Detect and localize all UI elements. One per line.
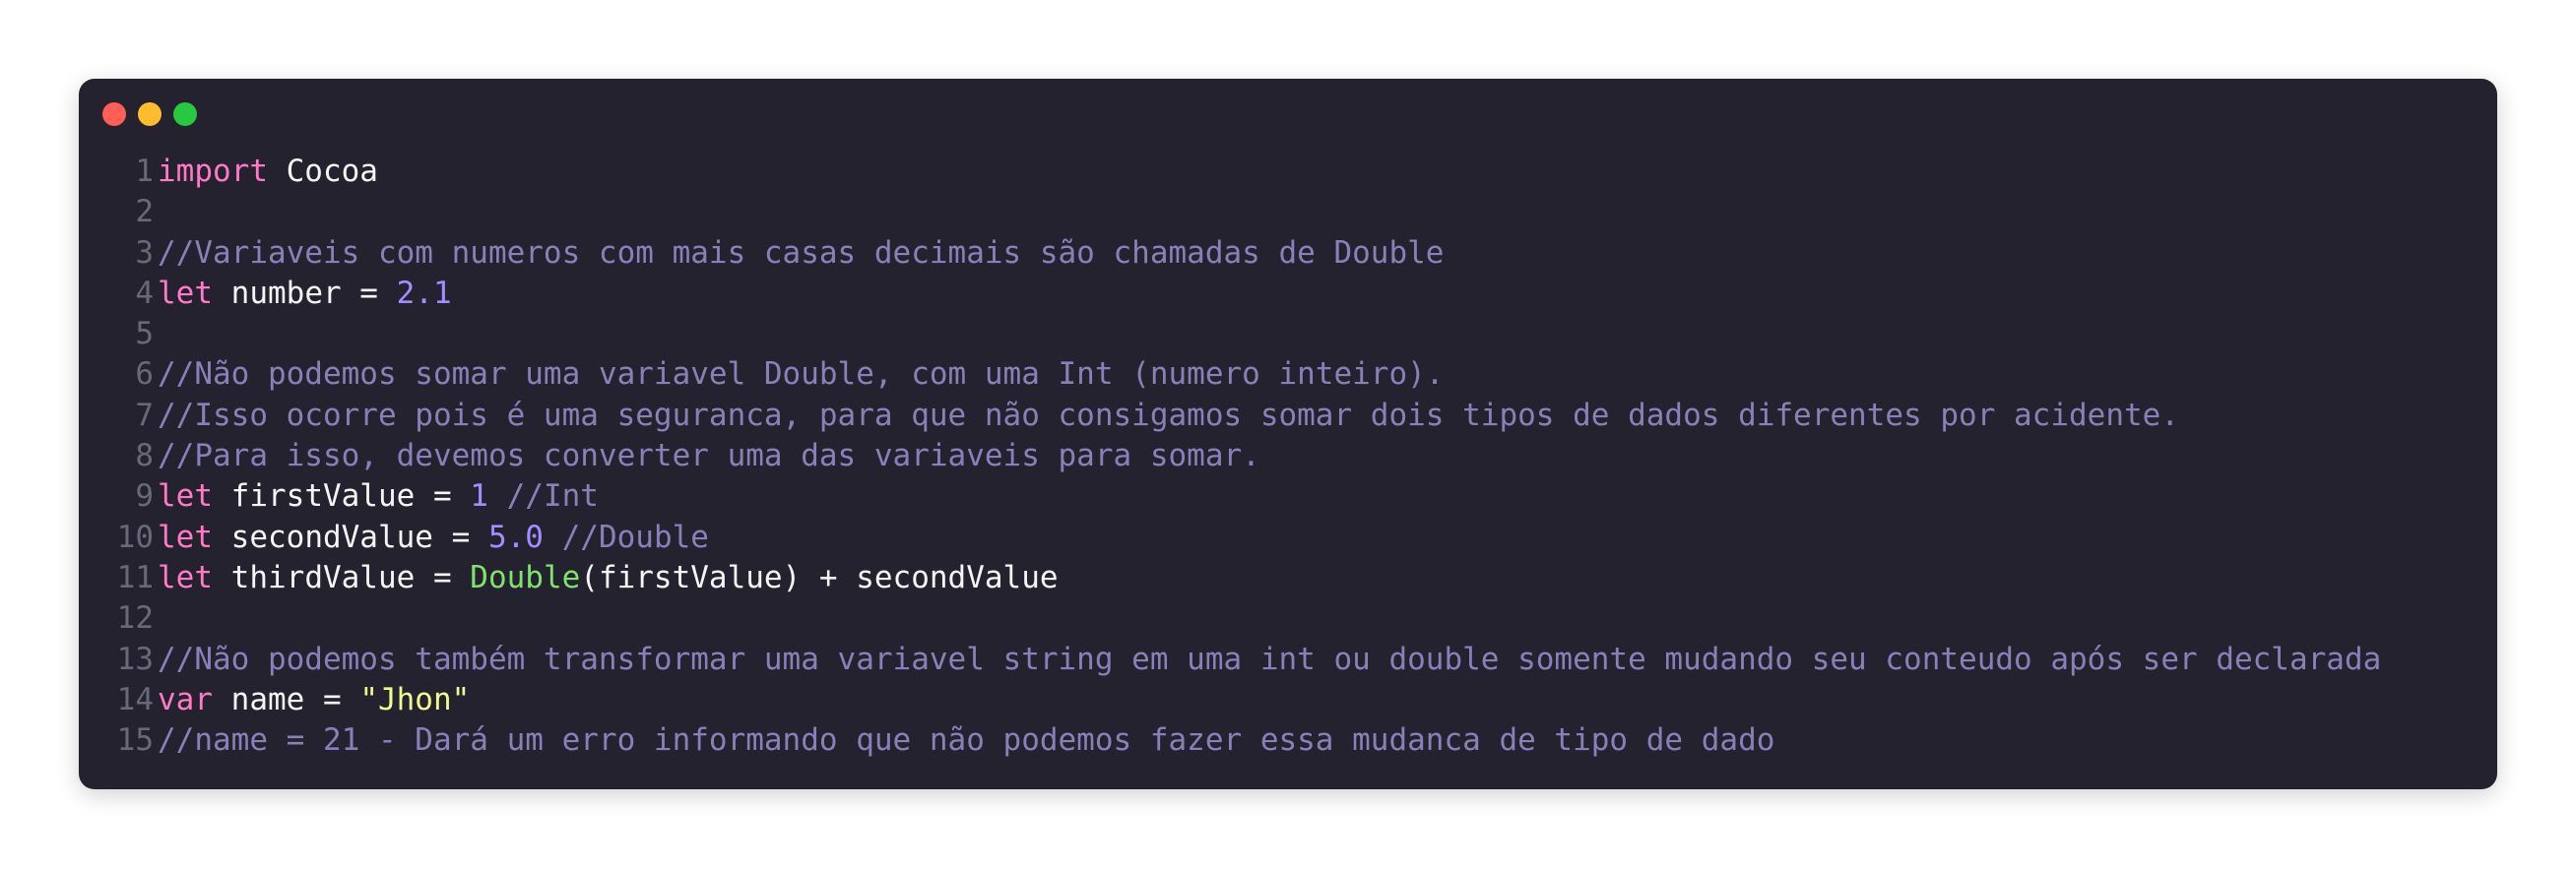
code-token: (firstValue) + secondValue	[580, 559, 1059, 595]
code-token: let	[158, 519, 213, 555]
code-line: 14 var name = "Jhon"	[102, 680, 2497, 720]
code-line: 12	[102, 598, 2497, 639]
code-token: let	[158, 559, 213, 595]
line-content: //Isso ocorre pois é uma seguranca, para…	[158, 396, 2179, 436]
line-content: //name = 21 - Dará um erro informando qu…	[158, 720, 1774, 761]
line-content: import Cocoa	[158, 152, 378, 192]
code-line: 15//name = 21 - Dará um erro informando …	[102, 720, 2497, 761]
line-content: let secondValue = 5.0 //Double	[158, 518, 709, 558]
line-content: let firstValue = 1 //Int	[158, 476, 599, 517]
code-token: Cocoa	[267, 154, 378, 189]
code-token: //Variaveis com numeros com mais casas d…	[158, 234, 1445, 271]
code-line: 13//Não podemos também transformar uma v…	[102, 640, 2497, 680]
code-line: 5	[102, 314, 2497, 354]
line-number: 12	[116, 600, 154, 637]
line-content: //Não podemos também transformar uma var…	[158, 640, 2381, 680]
line-number: 7	[135, 397, 154, 433]
line-number: 11	[116, 559, 154, 595]
code-line: 6//Não podemos somar uma variavel Double…	[102, 354, 2497, 395]
code-token: "Jhon"	[359, 681, 471, 717]
code-line: 8//Para isso, devemos converter uma das …	[102, 436, 2497, 476]
line-content: //Variaveis com numeros com mais casas d…	[158, 233, 1444, 274]
code-line: 9 let firstValue = 1 //Int	[102, 476, 2497, 517]
line-content: var name = "Jhon"	[158, 680, 470, 720]
line-number: 6	[135, 356, 154, 393]
line-number: 8	[135, 438, 154, 474]
code-token: firstValue =	[213, 478, 471, 515]
code-token: //Não podemos também transformar uma var…	[158, 641, 2382, 677]
maximize-dot-icon[interactable]	[173, 102, 197, 126]
code-window: 1 import Cocoa 2 3//Variaveis com numeros c…	[79, 79, 2497, 789]
code-line: 2	[102, 192, 2497, 232]
line-content: let number = 2.1	[158, 274, 452, 314]
code-token: 2.1	[396, 275, 452, 311]
code-line: 10 let secondValue = 5.0 //Double	[102, 518, 2497, 558]
line-number: 10	[116, 519, 154, 555]
line-content: //Para isso, devemos converter uma das v…	[158, 436, 1260, 476]
line-number: 14	[116, 681, 154, 717]
code-token: //Não podemos somar uma variavel Double,…	[158, 356, 1445, 393]
code-token: let	[158, 275, 213, 311]
minimize-dot-icon[interactable]	[138, 102, 161, 126]
code-token: import	[158, 154, 268, 189]
line-number: 5	[135, 316, 154, 352]
code-line: 7//Isso ocorre pois é uma seguranca, par…	[102, 396, 2497, 436]
code-token: //Double	[543, 519, 709, 555]
code-token: Double	[470, 559, 581, 595]
code-token: secondValue =	[213, 519, 488, 555]
code-line: 1 import Cocoa	[102, 152, 2497, 192]
line-number: 3	[135, 234, 154, 271]
line-number: 9	[135, 478, 154, 515]
code-token: 5.0	[487, 519, 544, 555]
code-token: //Para isso, devemos converter uma das v…	[158, 438, 1260, 474]
code-token: //Int	[487, 478, 599, 515]
close-dot-icon[interactable]	[102, 102, 126, 126]
code-line: 3//Variaveis com numeros com mais casas …	[102, 233, 2497, 274]
line-number: 13	[116, 641, 154, 677]
code-line: 11 let thirdValue = Double(firstValue) + …	[102, 558, 2497, 598]
window-controls	[102, 102, 197, 126]
line-content: //Não podemos somar uma variavel Double,…	[158, 354, 1444, 395]
code-token: let	[158, 478, 213, 515]
code-token: 1	[470, 478, 488, 515]
code-token: //name = 21 - Dará um erro informando qu…	[158, 722, 1775, 759]
code-token: number =	[213, 275, 397, 311]
code-block: 1 import Cocoa 2 3//Variaveis com numeros c…	[102, 152, 2497, 761]
line-number: 15	[116, 722, 154, 759]
line-number: 2	[135, 194, 154, 230]
code-token: name =	[213, 681, 360, 717]
line-number: 1	[135, 154, 154, 189]
code-line: 4 let number = 2.1	[102, 274, 2497, 314]
line-content: let thirdValue = Double(firstValue) + se…	[158, 558, 1059, 598]
code-token: //Isso ocorre pois é uma seguranca, para…	[158, 397, 2179, 433]
line-number: 4	[135, 275, 154, 311]
code-token: var	[158, 681, 213, 717]
code-token: thirdValue =	[213, 559, 471, 595]
